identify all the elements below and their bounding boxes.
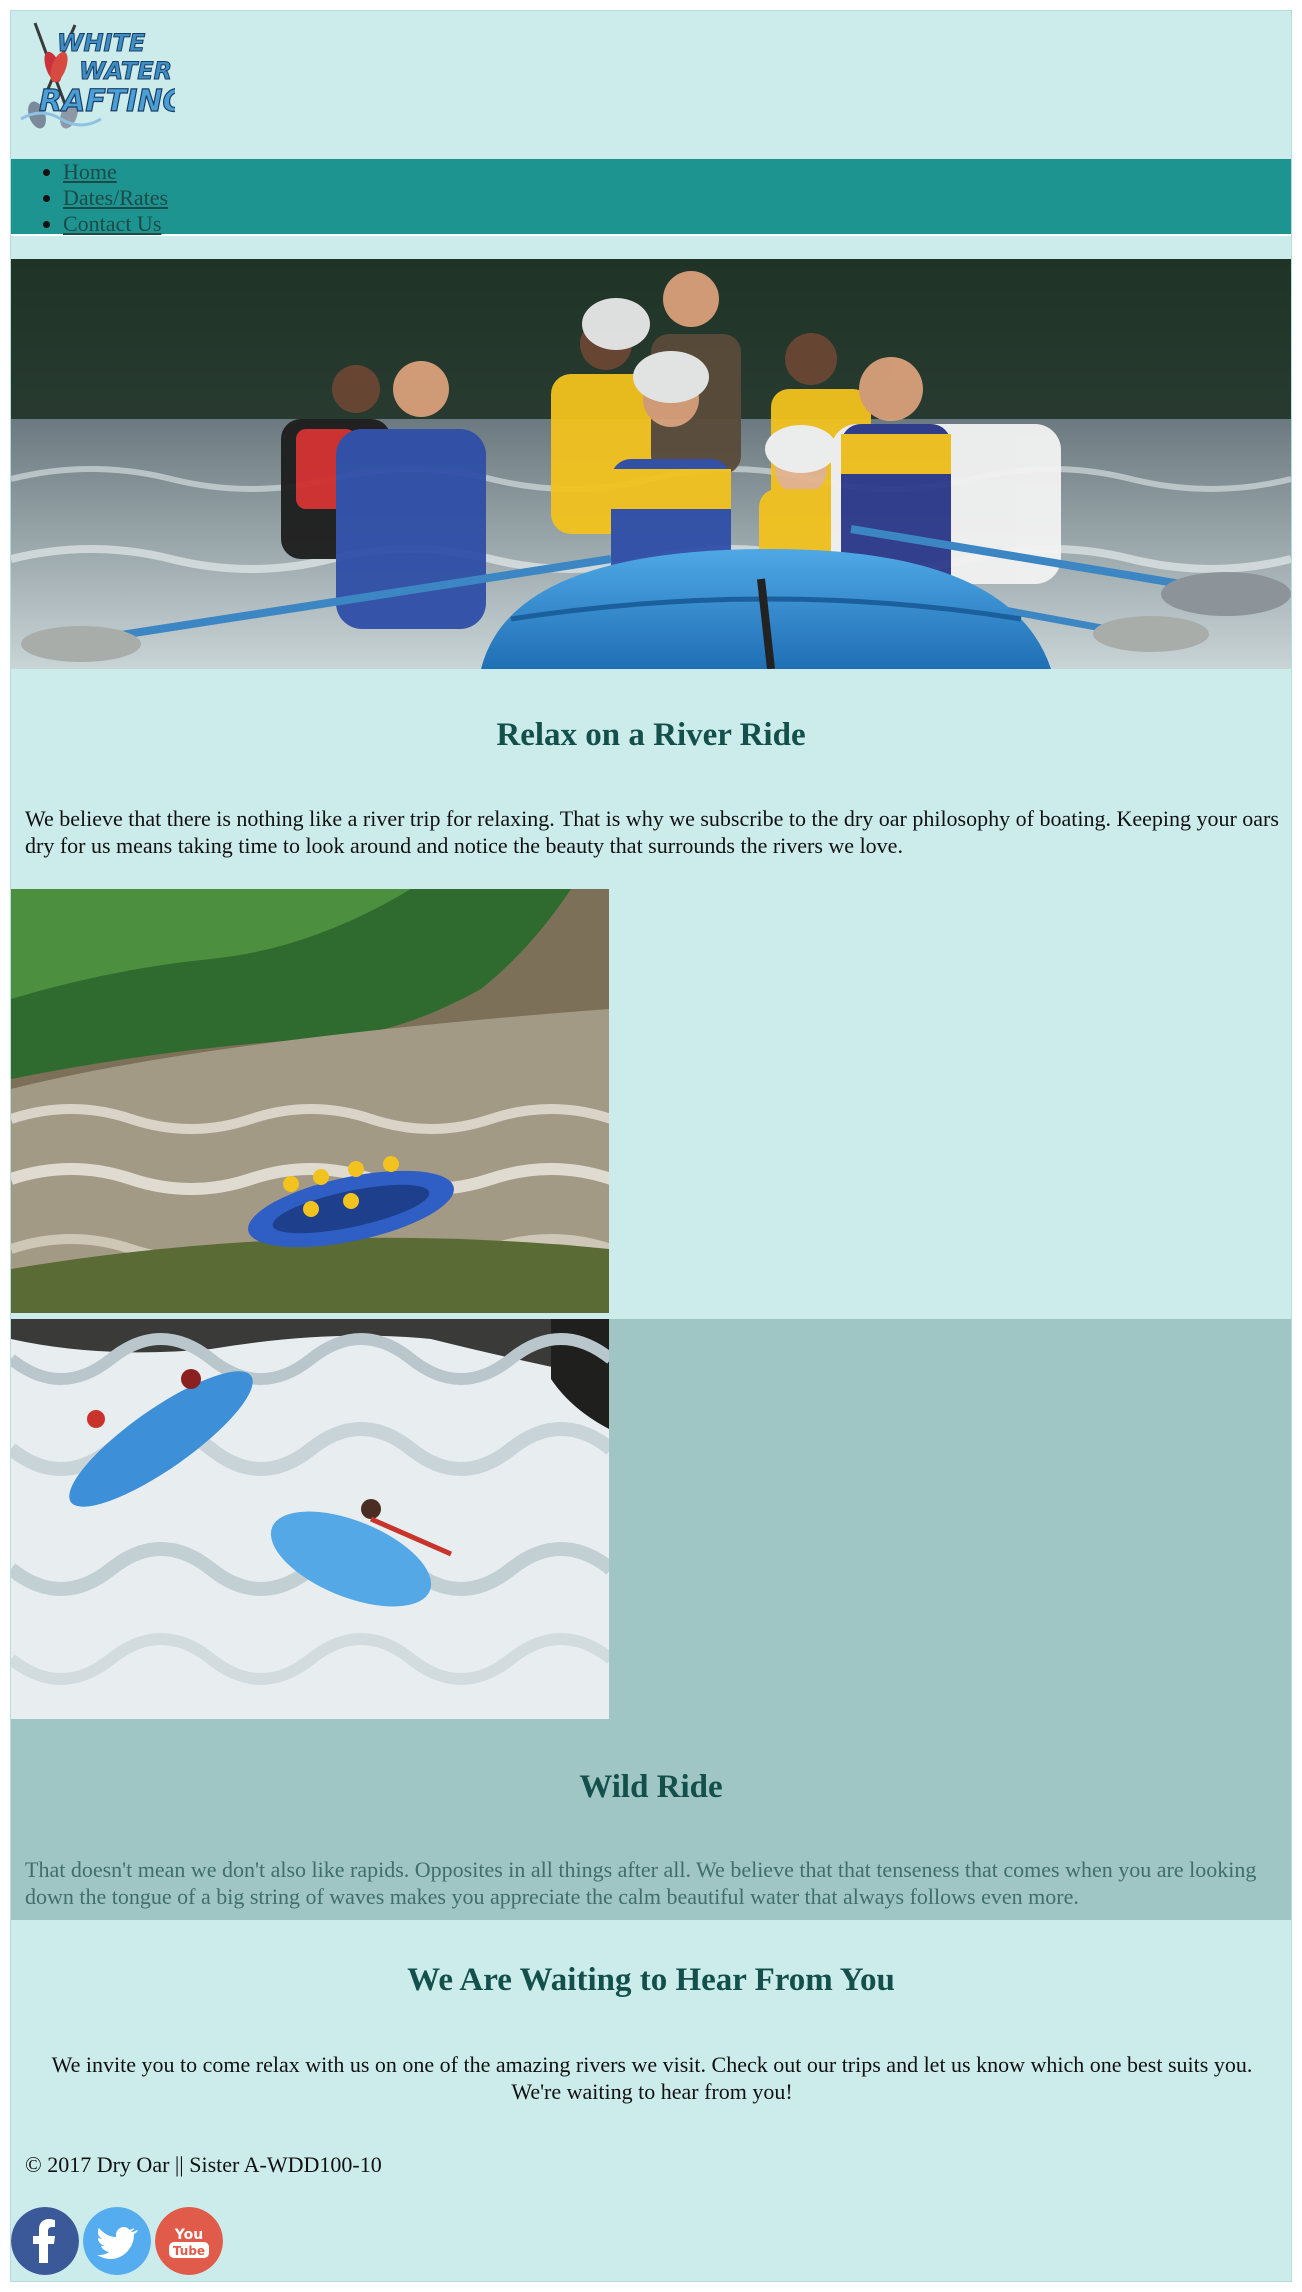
nav-link-dates-rates[interactable]: Dates/Rates (63, 185, 168, 210)
main-nav: Home Dates/Rates Contact Us (11, 159, 1291, 236)
logo-line-3: RAFTING (39, 84, 175, 119)
site-header: WHITE WATER RAFTING (11, 11, 1291, 159)
youtube-tube-text: Tube (173, 2244, 205, 2258)
nav-item-dates-rates: Dates/Rates (63, 185, 1291, 211)
section-body-wild-ride: That doesn't mean we don't also like rap… (25, 1857, 1257, 1909)
twitter-icon[interactable] (83, 2207, 151, 2275)
footer-copyright: © 2017 Dry Oar || Sister A-WDD100-10 (25, 2152, 382, 2177)
logo-line-2: WATER (79, 57, 172, 85)
hero-image (11, 259, 1291, 669)
facebook-icon[interactable] (11, 2207, 79, 2275)
section-body-relax: We believe that there is nothing like a … (25, 806, 1279, 858)
river-raft-photo (11, 889, 609, 1313)
nav-list: Home Dates/Rates Contact Us (11, 159, 1291, 237)
youtube-icon[interactable]: You Tube (155, 2207, 223, 2275)
nav-item-contact-us: Contact Us (63, 211, 1291, 237)
section-title-relax: Relax on a River Ride (496, 717, 806, 753)
logo[interactable]: WHITE WATER RAFTING (17, 15, 175, 133)
nav-item-home: Home (63, 159, 1291, 185)
section-title-contact: We Are Waiting to Hear From You (407, 1962, 895, 1998)
page: WHITE WATER RAFTING Home Dates/Rates Con… (10, 10, 1292, 2282)
section-body-contact: We invite you to come relax with us on o… (51, 2052, 1253, 2104)
nav-link-home[interactable]: Home (63, 159, 117, 184)
nav-link-contact-us[interactable]: Contact Us (63, 211, 161, 236)
section-title-wild-ride: Wild Ride (579, 1769, 723, 1805)
whitewater-photo (11, 1319, 609, 1719)
logo-line-1: WHITE (57, 29, 146, 57)
youtube-you-text: You (174, 2227, 203, 2243)
